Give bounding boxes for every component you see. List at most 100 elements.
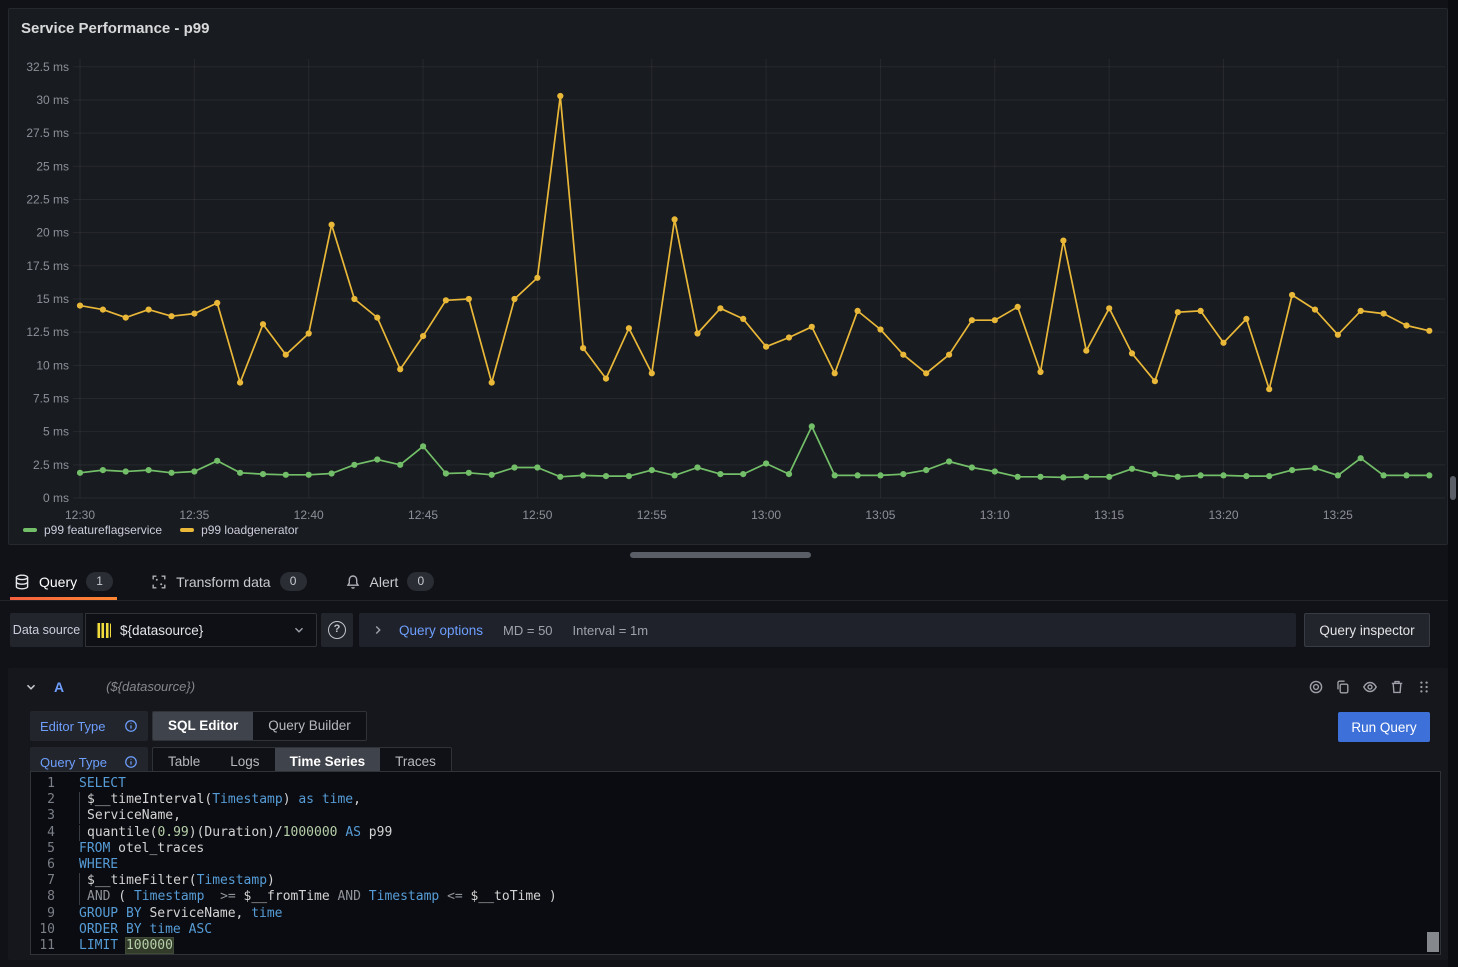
line-number: 4 — [31, 825, 75, 841]
query-editor-row: A (${datasource}) — [8, 668, 1448, 960]
query-options-link[interactable]: Query options — [399, 623, 483, 638]
panel-service-performance: Service Performance - p99 0 ms2.5 ms5 ms… — [8, 8, 1448, 545]
code-line: 1SELECT — [31, 776, 1440, 792]
query-inspector-button[interactable]: Query inspector — [1304, 613, 1430, 647]
tab-count-badge: 1 — [86, 572, 113, 591]
code-line: 7$__timeFilter(Timestamp) — [31, 873, 1440, 889]
line-content: $__timeInterval(Timestamp) as time, — [75, 792, 361, 808]
code-line: 2$__timeInterval(Timestamp) as time, — [31, 792, 1440, 808]
data-source-value: ${datasource} — [120, 623, 283, 638]
line-number: 7 — [31, 873, 75, 889]
svg-text:12:55: 12:55 — [637, 508, 667, 522]
line-number: 3 — [31, 808, 75, 824]
line-content: ORDER BY time ASC — [75, 922, 212, 938]
line-content: AND ( Timestamp >= $__fromTime AND Times… — [75, 889, 557, 905]
line-content: WHERE — [75, 857, 118, 873]
code-line: 9GROUP BY ServiceName, time — [31, 906, 1440, 922]
transform-icon — [151, 574, 167, 590]
svg-text:13:10: 13:10 — [980, 508, 1010, 522]
svg-text:5 ms: 5 ms — [43, 425, 69, 439]
bell-icon — [345, 574, 361, 590]
svg-text:13:15: 13:15 — [1094, 508, 1124, 522]
svg-text:7.5 ms: 7.5 ms — [33, 391, 69, 405]
editor-type-row: Editor Type SQL EditorQuery Builder — [30, 711, 1448, 741]
editor-type-switch: SQL EditorQuery Builder — [152, 711, 367, 741]
editor-scrollbar-thumb[interactable] — [1427, 932, 1439, 952]
line-number: 6 — [31, 857, 75, 873]
data-source-picker[interactable]: ${datasource} — [85, 613, 317, 647]
code-line: 10ORDER BY time ASC — [31, 922, 1440, 938]
tab-transform-data[interactable]: Transform data 0 — [147, 563, 310, 600]
sql-code: 1SELECT2$__timeInterval(Timestamp) as ti… — [31, 772, 1440, 954]
chevron-right-icon[interactable] — [371, 623, 385, 637]
svg-text:27.5 ms: 27.5 ms — [26, 126, 69, 140]
svg-text:12:40: 12:40 — [294, 508, 324, 522]
code-line: 11LIMIT 100000 — [31, 938, 1440, 954]
svg-text:12:35: 12:35 — [179, 508, 209, 522]
code-line: 3ServiceName, — [31, 808, 1440, 824]
help-icon: ? — [328, 621, 346, 639]
svg-text:10 ms: 10 ms — [36, 358, 69, 372]
chart-legend: p99 featureflagservice p99 loadgenerator — [23, 523, 299, 537]
tab-count-badge: 0 — [407, 572, 434, 591]
line-content: quantile(0.99)(Duration)/1000000 AS p99 — [75, 825, 392, 841]
svg-text:13:20: 13:20 — [1208, 508, 1238, 522]
page: Service Performance - p99 0 ms2.5 ms5 ms… — [0, 0, 1458, 967]
tab-label: Transform data — [176, 574, 270, 590]
code-line: 8AND ( Timestamp >= $__fromTime AND Time… — [31, 889, 1440, 905]
segment-query-builder[interactable]: Query Builder — [253, 712, 366, 740]
duplicate-query-icon[interactable] — [1335, 679, 1351, 695]
svg-text:15 ms: 15 ms — [36, 292, 69, 306]
run-query-button[interactable]: Run Query — [1338, 712, 1430, 742]
datasource-help-button[interactable]: ? — [321, 613, 353, 647]
sql-editor[interactable]: 1SELECT2$__timeInterval(Timestamp) as ti… — [30, 771, 1441, 955]
tab-alert[interactable]: Alert 0 — [341, 563, 439, 600]
label-text: Query Type — [40, 755, 107, 770]
query-row-header: A (${datasource}) — [8, 668, 1448, 705]
line-number: 5 — [31, 841, 75, 857]
horizontal-scrollbar[interactable] — [630, 552, 811, 558]
svg-text:12:30: 12:30 — [65, 508, 95, 522]
timeseries-chart: 0 ms2.5 ms5 ms7.5 ms10 ms12.5 ms15 ms17.… — [9, 9, 1447, 544]
info-icon[interactable] — [124, 755, 138, 769]
svg-text:12:45: 12:45 — [408, 508, 438, 522]
legend-swatch — [23, 528, 37, 532]
vertical-scrollbar[interactable] — [1450, 476, 1456, 500]
editor-type-label: Editor Type — [30, 711, 148, 741]
legend-item[interactable]: p99 featureflagservice — [23, 523, 162, 537]
hide-response-icon[interactable] — [1362, 679, 1378, 695]
line-content: SELECT — [75, 776, 126, 792]
svg-text:13:00: 13:00 — [751, 508, 781, 522]
svg-text:22.5 ms: 22.5 ms — [26, 192, 69, 206]
max-data-points-value: MD = 50 — [503, 623, 553, 638]
label-text: Editor Type — [40, 719, 106, 734]
query-row-actions — [1308, 679, 1432, 695]
segment-sql-editor[interactable]: SQL Editor — [153, 712, 253, 740]
code-line: 5FROM otel_traces — [31, 841, 1440, 857]
database-icon — [14, 574, 30, 590]
line-number: 9 — [31, 906, 75, 922]
clickhouse-icon — [96, 623, 111, 638]
tab-label: Alert — [370, 574, 399, 590]
code-line: 6WHERE — [31, 857, 1440, 873]
disable-query-icon[interactable] — [1308, 679, 1324, 695]
line-content: $__timeFilter(Timestamp) — [75, 873, 275, 889]
drag-handle-icon[interactable] — [1416, 679, 1432, 695]
line-number: 8 — [31, 889, 75, 905]
svg-text:17.5 ms: 17.5 ms — [26, 259, 69, 273]
tab-query[interactable]: Query 1 — [10, 563, 117, 600]
remove-query-icon[interactable] — [1389, 679, 1405, 695]
legend-swatch — [180, 528, 194, 532]
legend-item[interactable]: p99 loadgenerator — [180, 523, 298, 537]
svg-text:25 ms: 25 ms — [36, 159, 69, 173]
data-source-label: Data source — [10, 613, 83, 647]
query-ref-name[interactable]: A — [54, 679, 64, 695]
svg-text:13:05: 13:05 — [865, 508, 895, 522]
info-icon[interactable] — [124, 719, 138, 733]
line-number: 11 — [31, 938, 75, 954]
panel-editor-tabbar: Query 1 Transform data 0 Alert 0 — [0, 563, 1448, 601]
collapse-chevron-icon[interactable] — [24, 680, 38, 694]
svg-text:0 ms: 0 ms — [43, 491, 69, 505]
legend-series-name: p99 featureflagservice — [44, 523, 162, 537]
line-content: FROM otel_traces — [75, 841, 204, 857]
